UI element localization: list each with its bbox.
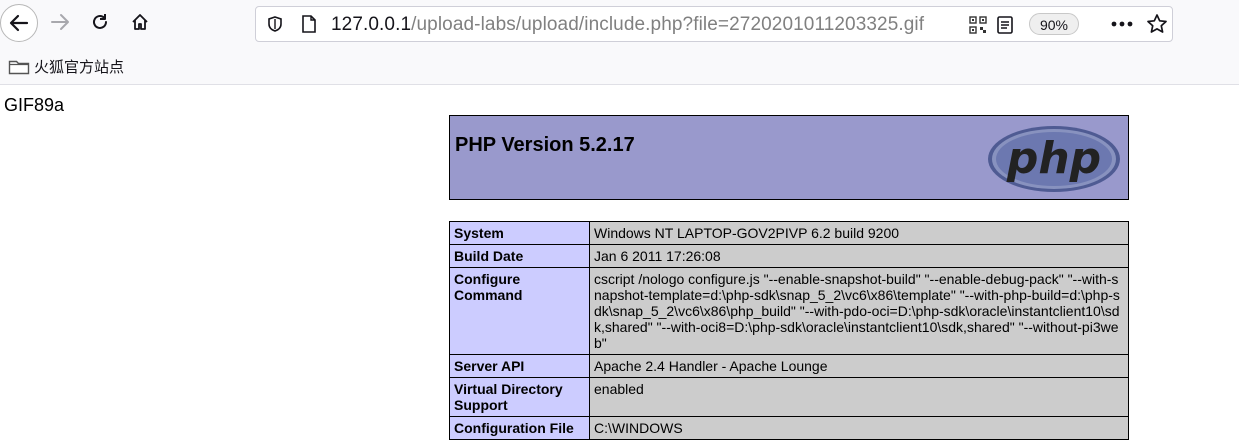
arrow-left-icon <box>9 14 29 32</box>
browser-toolbar: 127.0.0.1/upload-labs/upload/include.php… <box>0 0 1239 48</box>
forward-button[interactable] <box>42 4 78 40</box>
table-value: C:\WINDOWS <box>589 416 1129 440</box>
reader-view-icon[interactable] <box>996 15 1014 35</box>
folder-icon <box>8 60 30 74</box>
table-value: Jan 6 2011 17:26:08 <box>589 244 1129 268</box>
zoom-level-button[interactable]: 90% <box>1029 13 1079 35</box>
table-key: Virtual Directory Support <box>449 377 590 417</box>
table-value: enabled <box>589 377 1129 417</box>
table-key: Server API <box>449 354 590 378</box>
bookmarks-toolbar: 火狐官方站点 <box>0 48 1239 85</box>
home-button[interactable] <box>122 4 158 40</box>
table-key: Configure Command <box>449 267 590 355</box>
back-button[interactable] <box>0 4 38 42</box>
table-key: Build Date <box>449 244 590 268</box>
phpinfo-table: System Windows NT LAPTOP-GOV2PIVP 6.2 bui… <box>449 221 1129 440</box>
php-logo[interactable]: php <box>986 123 1122 200</box>
reload-button[interactable] <box>82 4 118 40</box>
phpinfo-header: PHP Version 5.2.17 php <box>449 115 1129 200</box>
page-icon[interactable] <box>300 14 318 34</box>
table-row: Configure Command cscript /nologo configu… <box>449 267 1129 355</box>
table-row: Server API Apache 2.4 Handler - Apache Lo… <box>449 354 1129 378</box>
arrow-right-icon <box>51 14 69 30</box>
table-value: Windows NT LAPTOP-GOV2PIVP 6.2 build 920… <box>589 221 1129 245</box>
home-icon <box>132 14 148 30</box>
qr-code-icon[interactable] <box>969 16 987 34</box>
table-row: Configuration File C:\WINDOWS <box>449 416 1129 440</box>
table-value: Apache 2.4 Handler - Apache Lounge <box>589 354 1129 378</box>
php-version-title: PHP Version 5.2.17 <box>455 134 635 156</box>
more-actions-icon[interactable] <box>1111 21 1133 27</box>
shield-icon[interactable] <box>266 15 284 33</box>
gif-header-text: GIF89a <box>4 95 65 115</box>
url-text[interactable]: 127.0.0.1/upload-labs/upload/include.php… <box>331 14 924 36</box>
table-key: Configuration File <box>449 416 590 440</box>
table-row: Build Date Jan 6 2011 17:26:08 <box>449 244 1129 268</box>
reload-icon <box>93 14 107 29</box>
url-bar[interactable]: 127.0.0.1/upload-labs/upload/include.php… <box>255 6 1173 42</box>
page-content: GIF89a PHP Version 5.2.17 php System Wind… <box>0 85 1239 440</box>
table-value: cscript /nologo configure.js "--enable-s… <box>589 267 1129 355</box>
bookmark-item[interactable]: 火狐官方站点 <box>8 56 124 77</box>
table-row: System Windows NT LAPTOP-GOV2PIVP 6.2 bui… <box>449 221 1129 245</box>
table-row: Virtual Directory Support enabled <box>449 377 1129 417</box>
bookmark-star-icon[interactable] <box>1146 13 1168 35</box>
url-host: 127.0.0.1 <box>331 14 412 35</box>
table-key: System <box>449 221 590 245</box>
bookmark-label: 火狐官方站点 <box>34 59 125 76</box>
php-logo-text: php <box>1006 133 1101 184</box>
url-path: /upload-labs/upload/include.php?file=272… <box>411 14 925 35</box>
